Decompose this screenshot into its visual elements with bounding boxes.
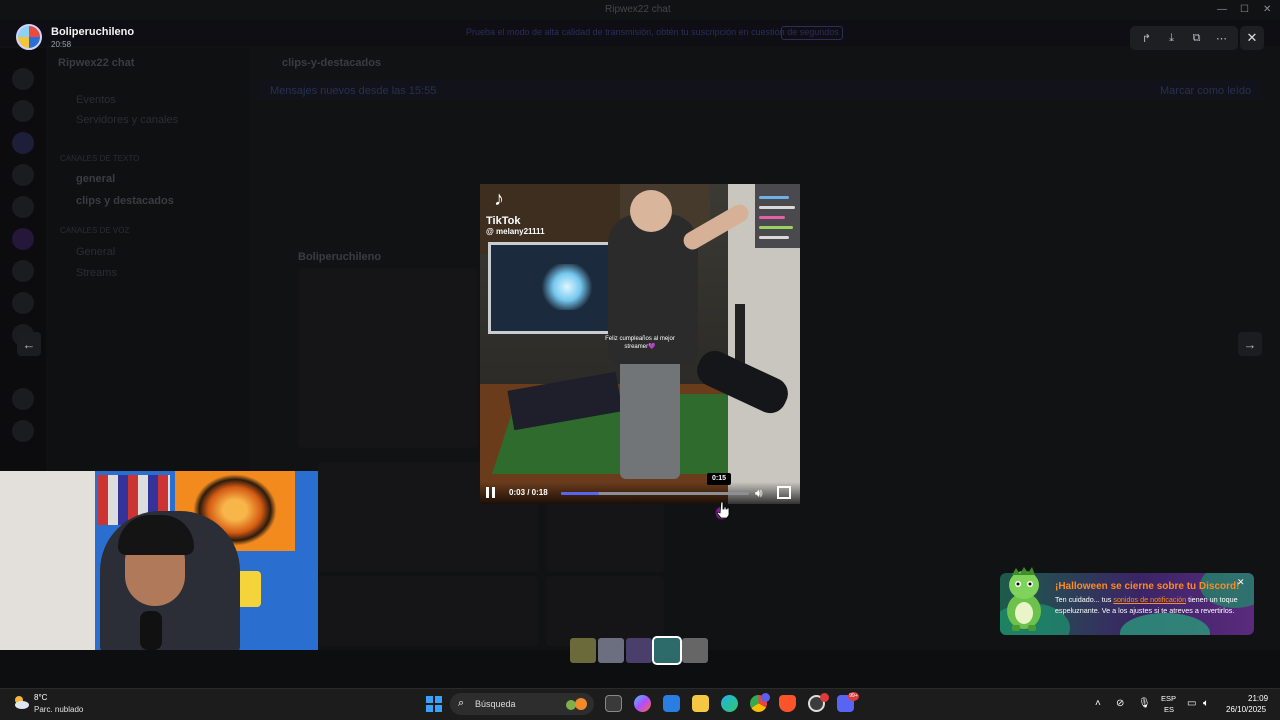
hand-cursor-icon	[716, 501, 730, 519]
chevron-up-icon[interactable]: ˄	[1095, 698, 1101, 709]
voice-general: General	[76, 246, 116, 258]
bg-attachment	[298, 268, 478, 448]
dinosaur-mascot-icon	[1007, 567, 1041, 631]
bg-attachment	[546, 576, 664, 646]
pause-icon[interactable]	[486, 487, 496, 498]
tiktok-logo-icon: ♪	[494, 188, 504, 210]
toast-body: Ten cuidado... tus sonidos de notificaci…	[1055, 595, 1238, 615]
obs-badge	[820, 693, 829, 702]
video-progress	[561, 492, 599, 495]
gallery-thumbnails	[570, 636, 708, 665]
task-view-icon[interactable]	[605, 695, 622, 712]
thumbnail[interactable]	[570, 638, 596, 663]
channel-general: general	[76, 173, 116, 185]
video-seek-bar[interactable]	[561, 492, 749, 495]
discord-badge: 99+	[848, 692, 859, 701]
channel-clips: clips y destacados	[76, 195, 174, 207]
server-name: Ripwex22 chat	[58, 57, 135, 69]
search-placeholder[interactable]: Búsqueda	[475, 699, 516, 709]
display-icon[interactable]: ▭	[1187, 698, 1196, 709]
volume-icon[interactable]: 🔊︎	[755, 486, 763, 501]
speaker-icon[interactable]: 🔈︎	[1203, 698, 1209, 709]
taskbar-date[interactable]: 26/10/2025	[1226, 705, 1266, 714]
notice-button	[781, 26, 843, 40]
previous-arrow-icon[interactable]: ←	[17, 332, 41, 356]
toast-title: ¡Halloween se cierne sobre tu Discord!	[1055, 581, 1240, 592]
thumbnail[interactable]	[626, 638, 652, 663]
brave-icon[interactable]	[779, 695, 796, 712]
chrome-profile-badge	[761, 693, 770, 702]
more-icon[interactable]: ⋯	[1213, 29, 1231, 47]
search-icon: ⌕	[458, 697, 465, 709]
seek-tooltip: 0:15	[707, 473, 731, 485]
bg-attachment	[318, 576, 538, 646]
next-arrow-icon[interactable]: →	[1238, 332, 1262, 356]
avatar[interactable]	[16, 24, 42, 50]
network-off-icon[interactable]: ⊘	[1116, 698, 1124, 709]
video-caption: Feliz cumpleaños al mejor streamer💜	[605, 336, 675, 350]
mark-read-text: Marcar como leído	[1160, 85, 1252, 97]
toast-close-icon[interactable]: ✕	[1237, 577, 1245, 588]
fullscreen-icon[interactable]	[777, 486, 791, 499]
taskbar-clock[interactable]: 21:09	[1248, 694, 1268, 703]
window-close-button[interactable]: ✕	[1263, 4, 1271, 15]
search-highlight-icon	[566, 698, 587, 710]
windows-start-icon[interactable]	[426, 696, 442, 712]
close-icon[interactable]: ✕	[1240, 26, 1264, 50]
lightbox-actions: ↱ ⤓ ⧉ ⋯	[1130, 26, 1238, 50]
language-indicator[interactable]: ESP	[1161, 694, 1176, 703]
lightbox-timestamp: 20:58	[51, 40, 72, 49]
lightbox-author[interactable]: Boliperuchileno	[51, 26, 134, 38]
edge-icon[interactable]	[721, 695, 738, 712]
download-icon[interactable]: ⤓	[1163, 29, 1181, 47]
thumbnail[interactable]	[682, 638, 708, 663]
new-messages-text: Mensajes nuevos desde las 15:55	[270, 85, 437, 97]
thumbnail[interactable]	[598, 638, 624, 663]
copilot-icon[interactable]	[634, 695, 651, 712]
notification-sounds-link[interactable]: sonidos de notificación	[1113, 595, 1186, 604]
video-time: 0:03 / 0:18	[509, 488, 548, 497]
webcam-overlay	[0, 471, 318, 650]
window-title: Ripwex22 chat	[605, 4, 671, 15]
bg-message-author: Boliperuchileno	[298, 251, 382, 263]
maximize-button[interactable]: ☐	[1240, 4, 1249, 15]
thumbnail-selected[interactable]	[652, 636, 682, 665]
channel-browse: Servidores y canales	[76, 114, 179, 126]
category-text: CANALES DE TEXTO	[60, 154, 140, 163]
category-voice: CANALES DE VOZ	[60, 226, 130, 235]
open-external-icon[interactable]: ⧉	[1188, 29, 1206, 47]
minimize-button[interactable]: —	[1217, 4, 1227, 15]
keyboard-layout[interactable]: ES	[1164, 705, 1174, 714]
store-icon[interactable]	[663, 695, 680, 712]
weather-cloud-icon[interactable]	[12, 693, 30, 711]
weather-temperature[interactable]: 8°C	[34, 693, 47, 702]
tiktok-watermark: TikTok	[486, 215, 521, 227]
weather-condition[interactable]: Parc. nublado	[34, 705, 83, 714]
tiktok-handle: @ melany21111	[486, 227, 545, 236]
microphone-icon[interactable]: 🎙︎	[1138, 698, 1151, 709]
channel-header: clips-y-destacados	[282, 57, 382, 69]
channel-events: Eventos	[76, 94, 116, 106]
file-explorer-icon[interactable]	[692, 695, 709, 712]
voice-streams: Streams	[76, 267, 117, 279]
forward-icon[interactable]: ↱	[1138, 29, 1156, 47]
